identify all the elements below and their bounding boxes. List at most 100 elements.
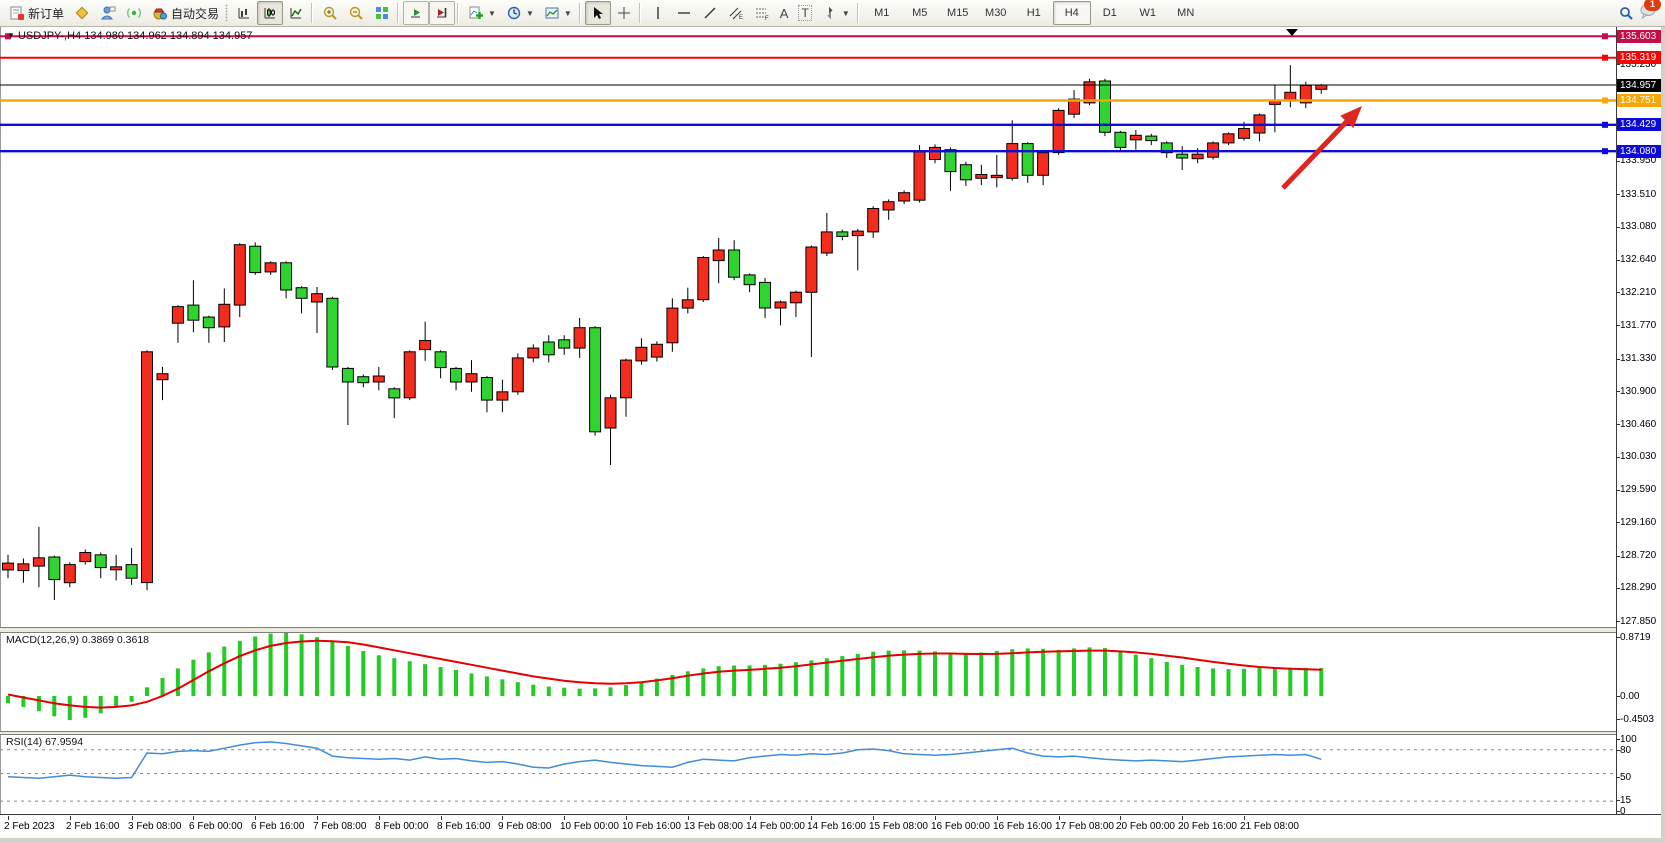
trendline-button[interactable] <box>697 1 723 25</box>
bar-chart-button[interactable] <box>231 1 257 25</box>
indicators-button[interactable]: ▼ <box>463 1 501 25</box>
price-tick: 100 <box>1620 734 1637 745</box>
timeframe-button-m30[interactable]: M30 <box>977 1 1015 25</box>
text-label-button[interactable]: T <box>793 1 816 25</box>
rsi-label: RSI(14) 67.9594 <box>6 736 83 748</box>
equidistant-channel-icon: E <box>728 5 744 21</box>
time-tick-label: 10 Feb 00:00 <box>560 821 619 832</box>
ohlc-values: 134.980 134.962 134.894 134.957 <box>84 30 252 42</box>
toolbar-drag-handle[interactable] <box>225 4 228 22</box>
time-axis[interactable]: 2 Feb 2023 2 Feb 16:00 3 Feb 08:00 6 Feb 00… <box>0 815 1665 838</box>
price-axis[interactable]: 135.230133.950133.510133.080132.640132.2… <box>1617 27 1661 815</box>
line-chart-button[interactable] <box>283 1 309 25</box>
zoom-in-button[interactable] <box>317 1 343 25</box>
auto-trading-button[interactable]: 自动交易 <box>147 1 224 25</box>
price-tick: 132.210 <box>1620 287 1656 298</box>
rsi-pane[interactable] <box>0 735 1616 814</box>
arrows-icon <box>822 5 838 21</box>
cursor-button[interactable] <box>585 1 611 25</box>
time-tick-label: 15 Feb 08:00 <box>869 821 928 832</box>
horizontal-line-button[interactable] <box>671 1 697 25</box>
vertical-line-button[interactable] <box>645 1 671 25</box>
price-line-label: 134.429 <box>1617 118 1661 131</box>
crosshair-icon <box>616 5 632 21</box>
price-tick: 130.030 <box>1620 451 1656 462</box>
timeframe-button-m15[interactable]: M15 <box>939 1 977 25</box>
line-chart-icon <box>288 5 304 21</box>
time-tick-label: 21 Feb 08:00 <box>1240 821 1299 832</box>
search-button[interactable] <box>1613 1 1639 25</box>
text-button[interactable]: A <box>775 1 794 25</box>
timeframe-button-m5[interactable]: M5 <box>901 1 939 25</box>
styler-button[interactable] <box>69 1 95 25</box>
zoom-in-icon <box>322 5 338 21</box>
time-tick-label: 14 Feb 00:00 <box>746 821 805 832</box>
price-chart[interactable] <box>0 27 1616 627</box>
vertical-line-icon <box>650 5 666 21</box>
arrows-button[interactable]: ▼ <box>817 1 855 25</box>
chat-badge: 1 <box>1644 0 1661 11</box>
new-order-label: 新订单 <box>28 5 64 22</box>
main-toolbar: 新订单 自动交易 <box>0 0 1665 27</box>
periods-caret-icon: ▼ <box>526 9 534 18</box>
periods-button[interactable]: ▼ <box>501 1 539 25</box>
candlestick-chart-button[interactable] <box>257 1 283 25</box>
price-tick: 15 <box>1620 795 1631 806</box>
price-tick: 129.590 <box>1620 484 1656 495</box>
window-bottom-strip <box>0 838 1665 843</box>
chat-button[interactable]: 1 <box>1639 2 1655 24</box>
new-order-button[interactable]: 新订单 <box>4 1 69 25</box>
fibonacci-button[interactable]: F <box>749 1 775 25</box>
price-tick: 132.640 <box>1620 254 1656 265</box>
price-tick: 0.00 <box>1620 691 1639 702</box>
profile-icon <box>100 5 116 21</box>
time-tick-label: 7 Feb 08:00 <box>313 821 366 832</box>
equidistant-channel-button[interactable]: E <box>723 1 749 25</box>
new-order-icon <box>9 5 25 21</box>
symbol-label: USDJPY-,H4 <box>18 30 81 42</box>
timeframe-button-h1[interactable]: H1 <box>1015 1 1053 25</box>
indicators-caret-icon: ▼ <box>488 9 496 18</box>
profile-button[interactable] <box>95 1 121 25</box>
indicators-icon <box>468 5 484 21</box>
text-label-icon: T <box>798 5 811 21</box>
price-tick: 130.900 <box>1620 386 1656 397</box>
signals-button[interactable] <box>121 1 147 25</box>
auto-trading-label: 自动交易 <box>171 5 219 22</box>
auto-trading-icon <box>152 5 168 21</box>
time-tick-label: 20 Feb 16:00 <box>1178 821 1237 832</box>
time-tick-label: 14 Feb 16:00 <box>807 821 866 832</box>
price-tick: 133.510 <box>1620 189 1656 200</box>
macd-label: MACD(12,26,9) 0.3869 0.3618 <box>6 634 149 646</box>
chart-shift-button[interactable] <box>429 1 455 25</box>
timeframe-button-d1[interactable]: D1 <box>1091 1 1129 25</box>
timeframe-button-mn[interactable]: MN <box>1167 1 1205 25</box>
svg-text:F: F <box>765 16 769 21</box>
time-tick-label: 3 Feb 08:00 <box>128 821 181 832</box>
time-tick-label: 2 Feb 2023 <box>4 821 55 832</box>
timeframe-button-w1[interactable]: W1 <box>1129 1 1167 25</box>
price-tick: 50 <box>1620 772 1631 783</box>
price-tick: 129.160 <box>1620 517 1656 528</box>
timeframe-button-m1[interactable]: M1 <box>863 1 901 25</box>
templates-button[interactable]: ▼ <box>539 1 577 25</box>
shift-marker-icon <box>1286 29 1298 36</box>
time-tick-label: 10 Feb 16:00 <box>622 821 681 832</box>
tile-windows-button[interactable] <box>369 1 395 25</box>
macd-pane[interactable] <box>0 633 1616 731</box>
tile-windows-icon <box>374 5 390 21</box>
time-tick-label: 6 Feb 16:00 <box>251 821 304 832</box>
price-tick: 0.8719 <box>1620 632 1651 643</box>
price-tick: 131.770 <box>1620 320 1656 331</box>
current-price-label: 134.957 <box>1617 79 1661 92</box>
text-icon: A <box>780 6 789 21</box>
auto-scroll-button[interactable] <box>403 1 429 25</box>
time-tick-label: 6 Feb 00:00 <box>189 821 242 832</box>
crosshair-button[interactable] <box>611 1 637 25</box>
price-line-label: 134.751 <box>1617 94 1661 107</box>
zoom-out-button[interactable] <box>343 1 369 25</box>
time-tick-label: 8 Feb 16:00 <box>437 821 490 832</box>
time-tick-label: 2 Feb 16:00 <box>66 821 119 832</box>
timeframe-button-h4[interactable]: H4 <box>1053 1 1091 25</box>
cursor-arrow-icon <box>590 5 606 21</box>
